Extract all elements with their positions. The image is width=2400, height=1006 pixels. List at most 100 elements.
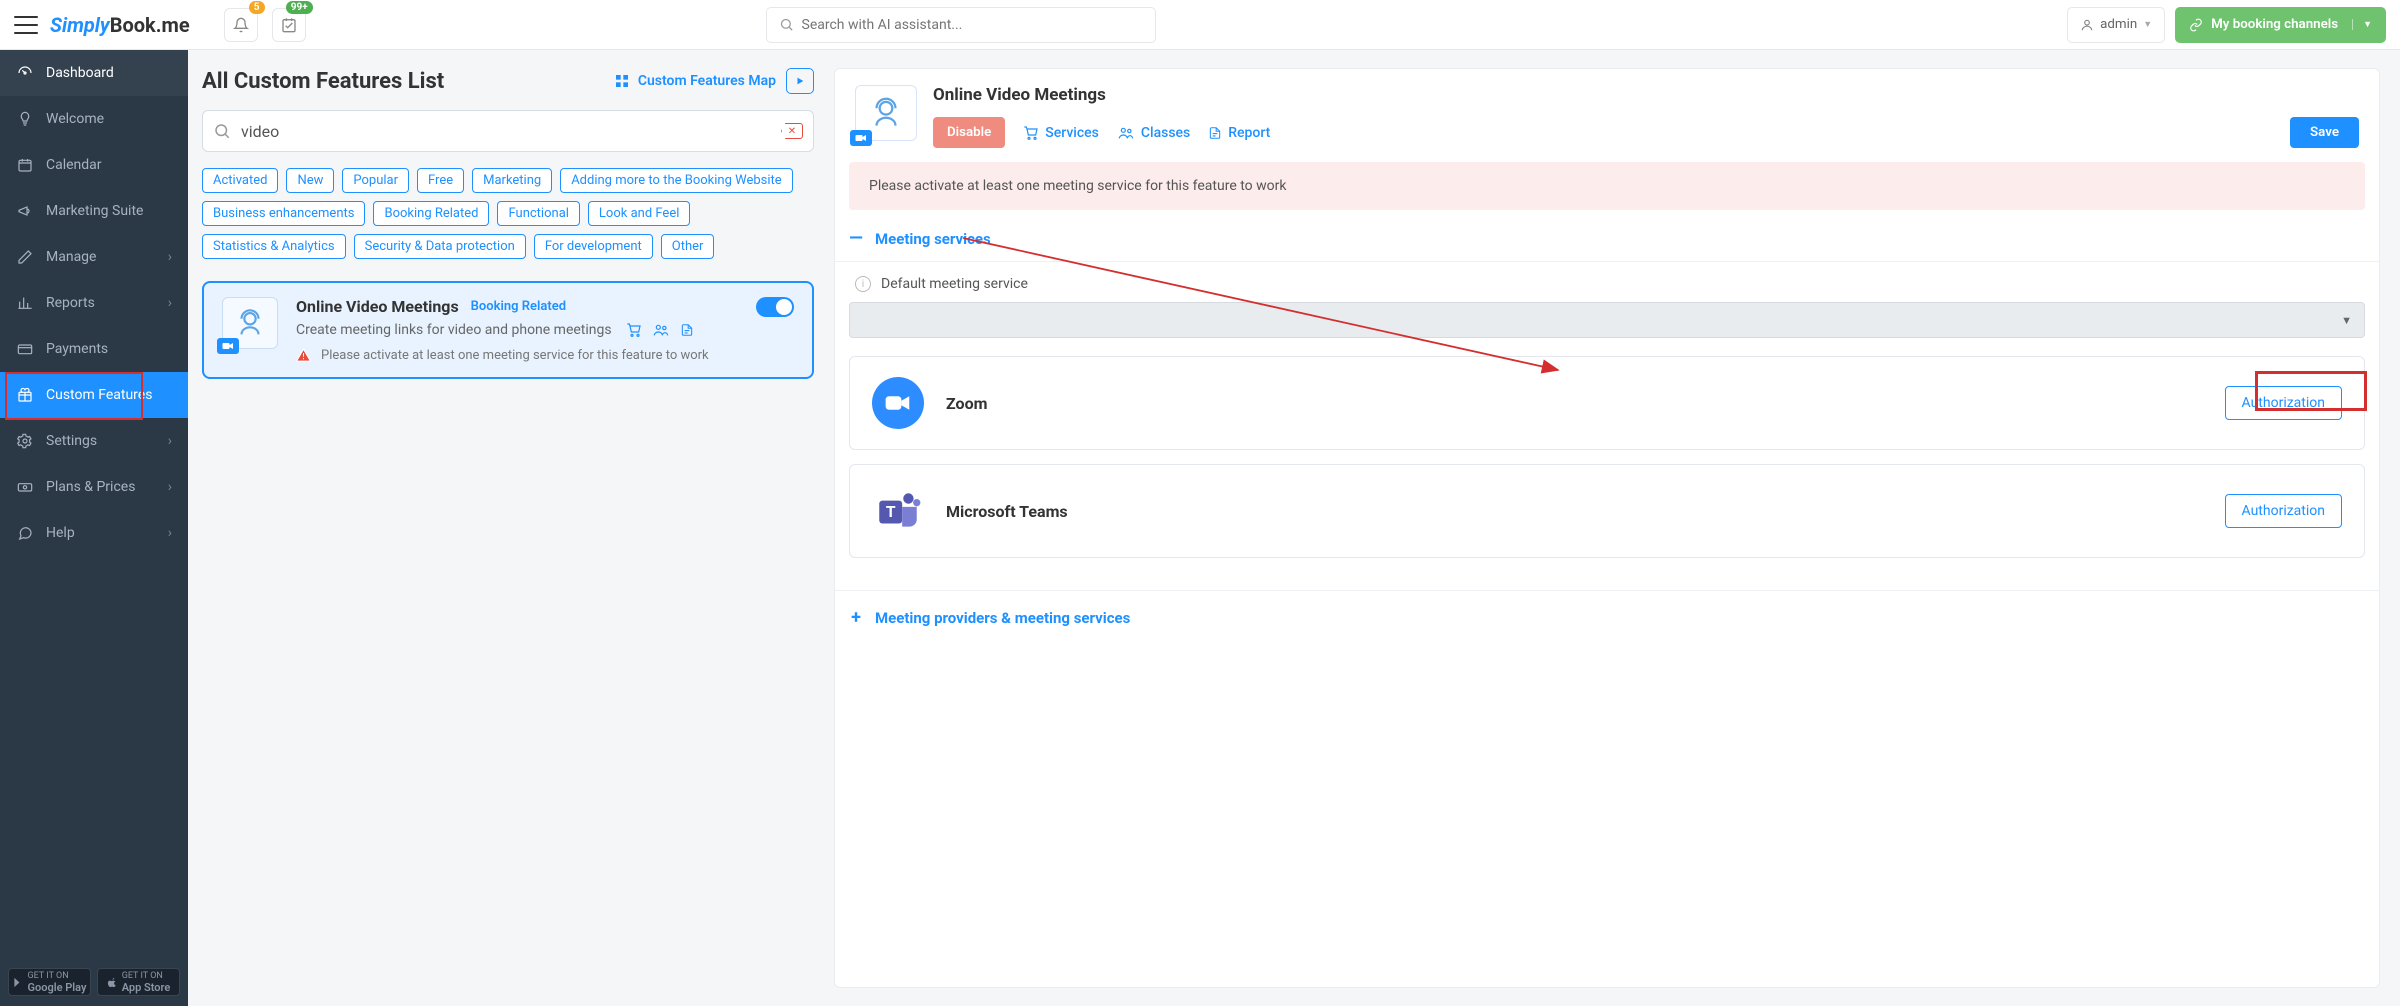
- money-icon: [16, 478, 34, 496]
- tasks-button[interactable]: 99+: [272, 8, 306, 42]
- filter-tag[interactable]: Security & Data protection: [354, 234, 526, 259]
- provider-name: Microsoft Teams: [946, 502, 1068, 521]
- sidebar-item-help[interactable]: Help ›: [0, 510, 188, 556]
- document-icon: [680, 322, 694, 338]
- global-search-input[interactable]: [802, 17, 1143, 33]
- people-icon: [1117, 125, 1135, 141]
- feature-search-input[interactable]: [241, 122, 771, 141]
- app-store-badge[interactable]: GET IT ONApp Store: [97, 968, 180, 996]
- chevron-down-icon[interactable]: ▼: [2352, 19, 2372, 30]
- logo-part1: Simply: [50, 13, 110, 37]
- services-link[interactable]: Services: [1023, 125, 1099, 141]
- feature-warning: Please activate at least one meeting ser…: [321, 348, 709, 363]
- pencil-icon: [16, 248, 34, 266]
- sidebar-item-plans[interactable]: Plans & Prices ›: [0, 464, 188, 510]
- topbar: SimplyBook.me 5 99+ admin ▼ My booking c…: [0, 0, 2400, 50]
- admin-menu-button[interactable]: admin ▼: [2067, 7, 2165, 43]
- logo[interactable]: SimplyBook.me: [50, 13, 190, 37]
- chart-icon: [16, 294, 34, 312]
- document-icon: [1208, 125, 1222, 141]
- cart-icon: [626, 322, 642, 338]
- meeting-services-section-header[interactable]: — Meeting services: [835, 228, 2379, 261]
- notifications-button[interactable]: 5: [224, 8, 258, 42]
- google-play-badge[interactable]: GET IT ONGoogle Play: [8, 968, 91, 996]
- sidebar: Dashboard Welcome Calendar Marketing Sui…: [0, 50, 188, 1006]
- sidebar-label: Settings: [46, 433, 97, 449]
- feature-search[interactable]: ✕: [202, 110, 814, 152]
- grid-icon: [614, 73, 630, 89]
- sidebar-item-dashboard[interactable]: Dashboard: [0, 50, 188, 96]
- sidebar-label: Calendar: [46, 157, 102, 173]
- sidebar-item-manage[interactable]: Manage ›: [0, 234, 188, 280]
- filter-tag[interactable]: Activated: [202, 168, 278, 193]
- svg-text:T: T: [886, 503, 896, 521]
- play-icon: [795, 76, 805, 86]
- filter-tag[interactable]: Popular: [342, 168, 409, 193]
- search-icon: [213, 122, 231, 140]
- menu-toggle-button[interactable]: [14, 16, 38, 34]
- store-big: Google Play: [28, 981, 87, 994]
- sidebar-label: Marketing Suite: [46, 203, 143, 219]
- feature-card[interactable]: Online Video Meetings Booking Related Cr…: [202, 281, 814, 379]
- store-small: GET IT ON: [122, 971, 171, 981]
- zoom-authorization-button[interactable]: Authorization: [2225, 386, 2342, 420]
- sidebar-item-custom-features[interactable]: Custom Features: [0, 372, 188, 418]
- info-icon[interactable]: i: [855, 276, 871, 292]
- filter-tag[interactable]: Look and Feel: [588, 201, 690, 226]
- sidebar-item-marketing[interactable]: Marketing Suite: [0, 188, 188, 234]
- filter-tag[interactable]: Other: [661, 234, 715, 259]
- teams-authorization-button[interactable]: Authorization: [2225, 494, 2342, 528]
- features-map-link[interactable]: Custom Features Map: [614, 73, 776, 89]
- filter-tag[interactable]: Adding more to the Booking Website: [560, 168, 792, 193]
- filter-tag[interactable]: New: [286, 168, 334, 193]
- camera-icon: [850, 130, 872, 146]
- global-search[interactable]: [766, 7, 1156, 43]
- filter-tag[interactable]: Marketing: [472, 168, 552, 193]
- filter-tags: Activated New Popular Free Marketing Add…: [202, 168, 814, 259]
- teams-icon: T: [872, 485, 924, 537]
- feature-description: Create meeting links for video and phone…: [296, 322, 612, 338]
- feature-toggle[interactable]: [756, 297, 794, 317]
- filter-tag[interactable]: Statistics & Analytics: [202, 234, 346, 259]
- chevron-right-icon: ›: [168, 249, 172, 265]
- channels-label: My booking channels: [2211, 17, 2338, 32]
- default-service-select[interactable]: ▼: [849, 302, 2365, 338]
- sidebar-item-settings[interactable]: Settings ›: [0, 418, 188, 464]
- filter-tag[interactable]: For development: [534, 234, 653, 259]
- camera-icon: [217, 338, 239, 354]
- headset-person-icon: [233, 306, 267, 340]
- chevron-down-icon: ▼: [2341, 314, 2352, 327]
- admin-label: admin: [2100, 17, 2137, 32]
- link-label: Services: [1045, 125, 1099, 141]
- classes-link[interactable]: Classes: [1117, 125, 1190, 141]
- headset-person-icon: [867, 94, 905, 132]
- collapse-icon: —: [849, 228, 863, 249]
- filter-tag[interactable]: Booking Related: [373, 201, 489, 226]
- sidebar-item-calendar[interactable]: Calendar: [0, 142, 188, 188]
- report-link[interactable]: Report: [1208, 125, 1270, 141]
- filter-tag[interactable]: Business enhancements: [202, 201, 365, 226]
- logo-part3: .me: [156, 13, 190, 37]
- meeting-providers-section-header[interactable]: + Meeting providers & meeting services: [835, 590, 2379, 644]
- user-icon: [2080, 18, 2094, 32]
- save-button[interactable]: Save: [2290, 117, 2359, 148]
- provider-teams: T Microsoft Teams Authorization: [849, 464, 2365, 558]
- provider-name: Zoom: [946, 394, 987, 413]
- sidebar-label: Help: [46, 525, 75, 541]
- sidebar-item-reports[interactable]: Reports ›: [0, 280, 188, 326]
- chevron-right-icon: ›: [168, 479, 172, 495]
- megaphone-icon: [16, 202, 34, 220]
- clear-search-button[interactable]: ✕: [781, 123, 803, 139]
- card-icon: [16, 340, 34, 358]
- chevron-down-icon: ▼: [2143, 19, 2152, 30]
- logo-part2: Book: [110, 13, 156, 37]
- booking-channels-button[interactable]: My booking channels ▼: [2175, 7, 2386, 43]
- filter-tag[interactable]: Free: [417, 168, 464, 193]
- filter-tag[interactable]: Functional: [497, 201, 579, 226]
- video-help-button[interactable]: [786, 68, 814, 94]
- disable-button[interactable]: Disable: [933, 117, 1005, 148]
- sidebar-item-payments[interactable]: Payments: [0, 326, 188, 372]
- alert-message: Please activate at least one meeting ser…: [849, 162, 2365, 210]
- feature-icon: [222, 297, 278, 349]
- sidebar-item-welcome[interactable]: Welcome: [0, 96, 188, 142]
